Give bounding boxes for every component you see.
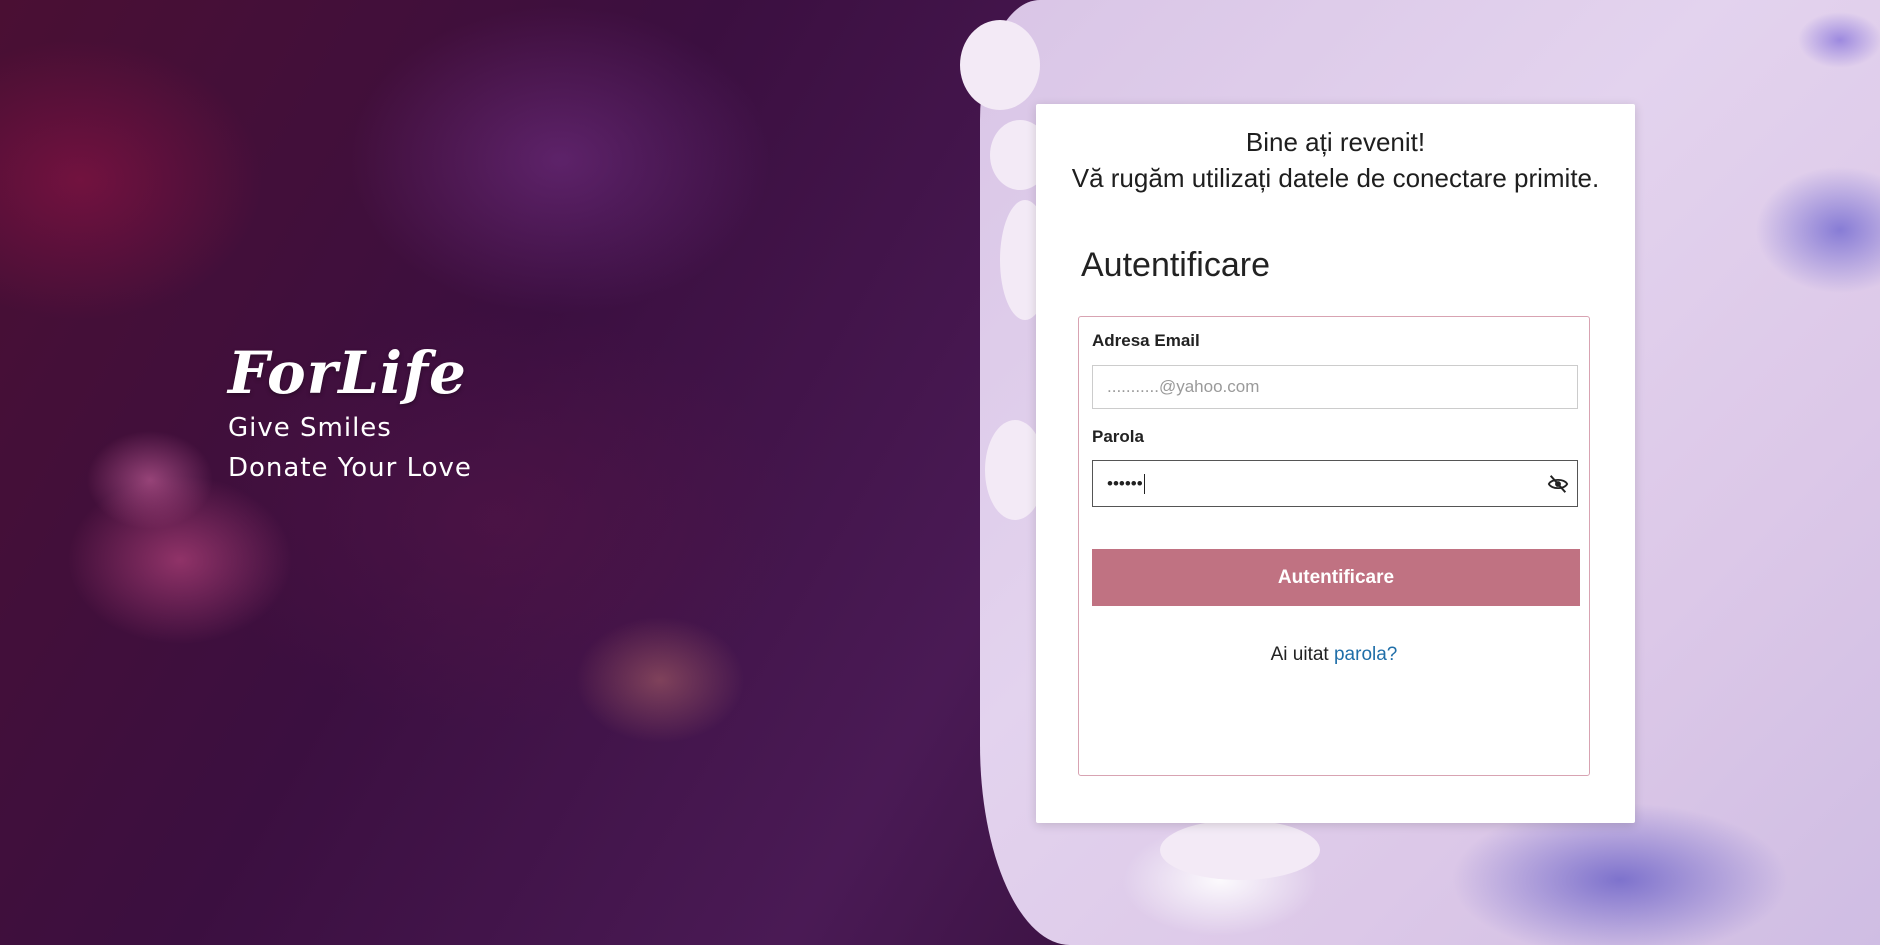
password-value: •••••• bbox=[1107, 473, 1143, 493]
email-value: ...........@yahoo.com bbox=[1107, 377, 1260, 396]
password-label: Parola bbox=[1092, 427, 1144, 446]
login-form: Adresa Email ...........@yahoo.com Parol… bbox=[1078, 316, 1590, 776]
email-field[interactable]: ...........@yahoo.com bbox=[1092, 365, 1578, 409]
forgot-password-link[interactable]: parola? bbox=[1334, 644, 1397, 665]
login-button[interactable]: Autentificare bbox=[1092, 549, 1580, 606]
tagline-line-1: Give Smiles bbox=[228, 413, 392, 443]
paint-blob bbox=[960, 20, 1040, 110]
tagline-line-2: Donate Your Love bbox=[228, 453, 472, 483]
login-title: Autentificare bbox=[1081, 246, 1270, 284]
welcome-line-1: Bine ați revenit! bbox=[1245, 127, 1426, 157]
password-field[interactable]: •••••• bbox=[1092, 460, 1578, 507]
login-card: Bine ați revenit! Vă rugăm utilizați dat… bbox=[1036, 104, 1635, 823]
paint-blob bbox=[1160, 820, 1320, 880]
forgot-prefix: Ai uitat bbox=[1270, 644, 1329, 665]
welcome-line-2: Vă rugăm utilizați datele de conectare p… bbox=[1071, 163, 1600, 193]
brand-block: ForLife Give Smiles Donate Your Love bbox=[228, 338, 472, 488]
welcome-message: Bine ați revenit! Vă rugăm utilizați dat… bbox=[1036, 104, 1635, 196]
login-page: ForLife Give Smiles Donate Your Love Bin… bbox=[0, 0, 1880, 945]
eye-slash-icon[interactable] bbox=[1547, 473, 1569, 495]
brand-logo: ForLife bbox=[228, 339, 467, 407]
forgot-password: Ai uitat parola? bbox=[1079, 644, 1589, 666]
email-label: Adresa Email bbox=[1092, 331, 1200, 350]
